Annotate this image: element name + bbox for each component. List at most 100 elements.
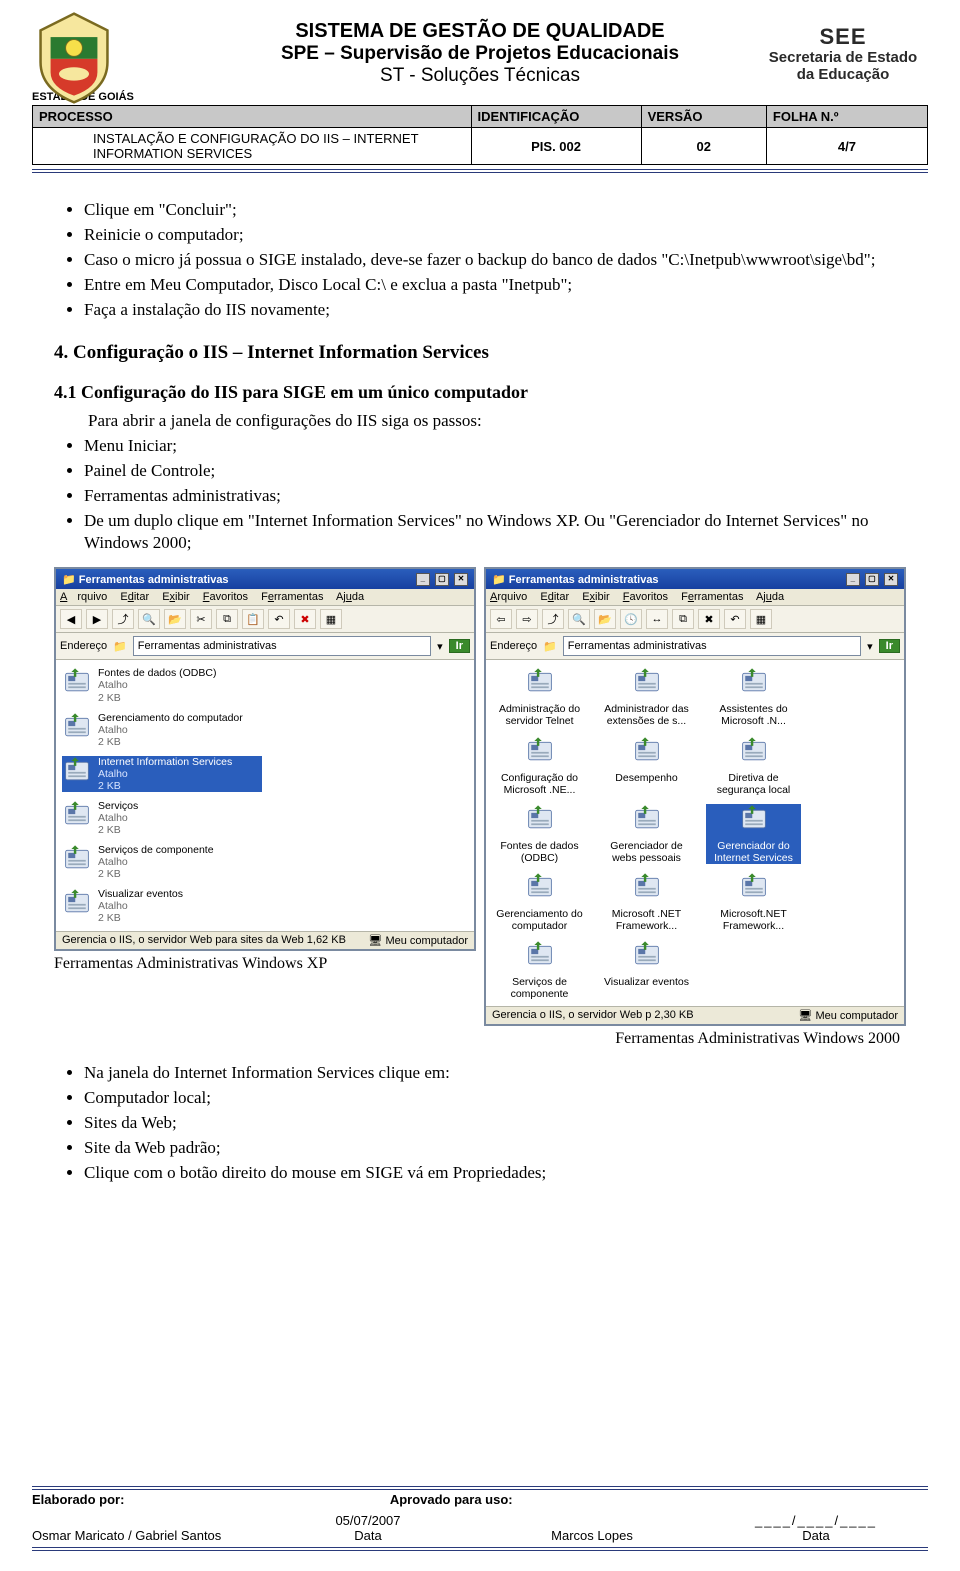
undo-icon[interactable]: ↶ xyxy=(268,609,290,629)
minimize-icon[interactable]: _ xyxy=(416,573,430,586)
file-label: Visualizar eventos xyxy=(604,976,689,988)
list-item[interactable]: Gerenciador do Internet Services xyxy=(706,804,801,864)
list-item[interactable]: Serviços de componente xyxy=(492,940,587,1000)
list-item[interactable]: Serviços de componenteAtalho2 KB xyxy=(62,844,262,880)
dropdown-icon[interactable]: ▾ xyxy=(437,640,443,653)
back-icon[interactable]: ◀ xyxy=(60,609,82,629)
shortcut-icon xyxy=(62,712,92,742)
address-input-xp[interactable] xyxy=(133,636,431,656)
shortcut-icon xyxy=(632,736,662,766)
views-icon[interactable]: ▦ xyxy=(750,609,772,629)
shortcut-icon xyxy=(632,940,662,970)
folders-icon[interactable]: 📂 xyxy=(594,609,616,629)
list-item[interactable]: Internet Information ServicesAtalho2 KB xyxy=(62,756,262,792)
meta-versao-value: 02 xyxy=(641,128,766,165)
folders-icon[interactable]: 📂 xyxy=(164,609,186,629)
crest-icon xyxy=(32,12,116,104)
shortcut-icon xyxy=(525,667,555,697)
menu-ajuda[interactable]: Ajuda xyxy=(336,591,364,603)
forward-icon[interactable]: ▶ xyxy=(86,609,108,629)
menu-exibir[interactable]: Exibir xyxy=(582,591,610,603)
file-label: Fontes de dados (ODBC) xyxy=(492,840,587,864)
close-icon[interactable]: ✕ xyxy=(454,573,468,586)
list-item[interactable]: Administrador das extensões de s... xyxy=(599,667,694,727)
menu-ferramentas[interactable]: Ferramentas xyxy=(681,591,743,603)
menu-arquivo[interactable]: Arquivo xyxy=(60,591,107,603)
search-icon[interactable]: 🔍 xyxy=(138,609,160,629)
menu-editar[interactable]: Editar xyxy=(540,591,569,603)
list-item[interactable]: Diretiva de segurança local xyxy=(706,736,801,796)
folder-icon: 📁 xyxy=(543,640,557,653)
back-icon[interactable]: ⇦ xyxy=(490,609,512,629)
file-label: Gerenciador do Internet Services xyxy=(706,840,801,864)
file-label: Assistentes do Microsoft .N... xyxy=(706,703,801,727)
undo-icon[interactable]: ↶ xyxy=(724,609,746,629)
history-icon[interactable]: 🕓 xyxy=(620,609,642,629)
list-item[interactable]: Fontes de dados (ODBC)Atalho2 KB xyxy=(62,667,262,703)
menu-favoritos[interactable]: Favoritos xyxy=(623,591,668,603)
section-4-title: 4. Configuração o IIS – Internet Informa… xyxy=(54,342,906,364)
list-item[interactable]: Gerenciador de webs pessoais xyxy=(599,804,694,864)
screenshot-2k: 📁 Ferramentas administrativas _ ▢ ✕ Arqu… xyxy=(484,567,906,1026)
list-item[interactable]: Visualizar eventos xyxy=(599,940,694,1000)
address-input-2k[interactable] xyxy=(563,636,861,656)
maximize-icon[interactable]: ▢ xyxy=(435,573,449,586)
state-crest xyxy=(32,12,116,104)
file-label: Serviços de componenteAtalho2 KB xyxy=(98,844,214,880)
menu-arquivo[interactable]: Arquivo xyxy=(490,591,527,603)
up-icon[interactable]: ⤴ xyxy=(542,609,564,629)
menu-favoritos[interactable]: Favoritos xyxy=(203,591,248,603)
minimize-icon[interactable]: _ xyxy=(846,573,860,586)
maximize-icon[interactable]: ▢ xyxy=(865,573,879,586)
list-item[interactable]: ServiçosAtalho2 KB xyxy=(62,800,262,836)
list-item[interactable]: Gerenciamento do computadorAtalho2 KB xyxy=(62,712,262,748)
search-icon[interactable]: 🔍 xyxy=(568,609,590,629)
cut-icon[interactable]: ✂ xyxy=(190,609,212,629)
list-item[interactable]: Configuração do Microsoft .NE... xyxy=(492,736,587,796)
paste-icon[interactable]: 📋 xyxy=(242,609,264,629)
list-item[interactable]: Gerenciamento do computador xyxy=(492,872,587,932)
delete-icon[interactable]: ✖ xyxy=(294,609,316,629)
shortcut-icon xyxy=(632,872,662,902)
menu-ferramentas[interactable]: Ferramentas xyxy=(261,591,323,603)
dropdown-icon[interactable]: ▾ xyxy=(867,640,873,653)
go-button[interactable]: Ir xyxy=(879,639,900,653)
menu-editar[interactable]: Editar xyxy=(120,591,149,603)
list-item: Sites da Web; xyxy=(84,1112,906,1135)
list-item[interactable]: Administração do servidor Telnet xyxy=(492,667,587,727)
statusbar-2k: Gerencia o IIS, o servidor Web p 2,30 KB… xyxy=(486,1006,904,1024)
close-icon[interactable]: ✕ xyxy=(884,573,898,586)
list-item: Site da Web padrão; xyxy=(84,1137,906,1160)
header-sub2: da Educação xyxy=(758,67,928,84)
delete-icon[interactable]: ✖ xyxy=(698,609,720,629)
forward-icon[interactable]: ⇨ xyxy=(516,609,538,629)
list-item[interactable]: Microsoft .NET Framework... xyxy=(599,872,694,932)
list-item: De um duplo clique em "Internet Informat… xyxy=(84,510,906,556)
list-item: Na janela do Internet Information Servic… xyxy=(84,1062,906,1085)
copy-icon[interactable]: ⧉ xyxy=(672,609,694,629)
shortcut-icon xyxy=(739,736,769,766)
views-icon[interactable]: ▦ xyxy=(320,609,342,629)
list-item[interactable]: Assistentes do Microsoft .N... xyxy=(706,667,801,727)
meta-folha-label: FOLHA N.º xyxy=(766,106,927,128)
menu-ajuda[interactable]: Ajuda xyxy=(756,591,784,603)
list-item[interactable]: Microsoft.NET Framework... xyxy=(706,872,801,932)
up-icon[interactable]: ⤴ xyxy=(112,609,134,629)
header-divider xyxy=(32,169,928,173)
copy-icon[interactable]: ⧉ xyxy=(216,609,238,629)
file-label: Fontes de dados (ODBC)Atalho2 KB xyxy=(98,667,216,703)
menu-exibir[interactable]: Exibir xyxy=(162,591,190,603)
list-item: Caso o micro já possua o SIGE instalado,… xyxy=(84,249,906,272)
meta-table: PROCESSO IDENTIFICAÇÃO VERSÃO FOLHA N.º … xyxy=(32,105,928,165)
list-item[interactable]: Fontes de dados (ODBC) xyxy=(492,804,587,864)
footer-data-2: Data xyxy=(704,1528,928,1543)
move-icon[interactable]: ↔ xyxy=(646,609,668,629)
shortcut-icon xyxy=(62,844,92,874)
window-buttons-xp: _ ▢ ✕ xyxy=(414,572,468,586)
list-item[interactable]: Desempenho xyxy=(599,736,694,796)
meta-ident-label: IDENTIFICAÇÃO xyxy=(471,106,641,128)
list-item[interactable]: Visualizar eventosAtalho2 KB xyxy=(62,888,262,924)
file-label: Serviços de componente xyxy=(492,976,587,1000)
go-button[interactable]: Ir xyxy=(449,639,470,653)
address-bar-2k: Endereço 📁 ▾ Ir xyxy=(486,633,904,660)
